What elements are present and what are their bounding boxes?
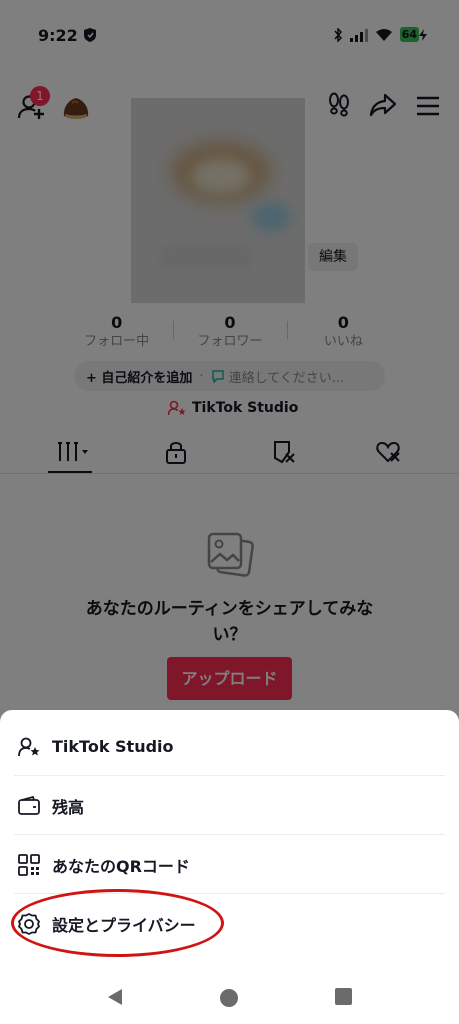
highlight-annotation xyxy=(11,889,224,957)
qr-code-icon xyxy=(18,853,40,876)
profile-screen: 9:22 64 xyxy=(0,0,459,1024)
sheet-item-label: 残高 xyxy=(52,797,85,817)
sheet-item-tiktok-studio[interactable]: TikTok Studio xyxy=(14,718,445,776)
person-star-icon xyxy=(18,737,40,756)
sheet-item-label: あなたのQRコード xyxy=(52,856,190,876)
sheet-item-balance[interactable]: 残高 xyxy=(14,777,445,835)
system-nav-bar xyxy=(0,968,459,1024)
wallet-icon xyxy=(18,795,40,815)
sheet-item-label: TikTok Studio xyxy=(52,737,174,756)
sheet-item-qr-code[interactable]: あなたのQRコード xyxy=(14,836,445,894)
home-icon[interactable] xyxy=(219,988,239,1008)
back-icon[interactable] xyxy=(106,988,124,1006)
recents-icon[interactable] xyxy=(335,988,352,1005)
